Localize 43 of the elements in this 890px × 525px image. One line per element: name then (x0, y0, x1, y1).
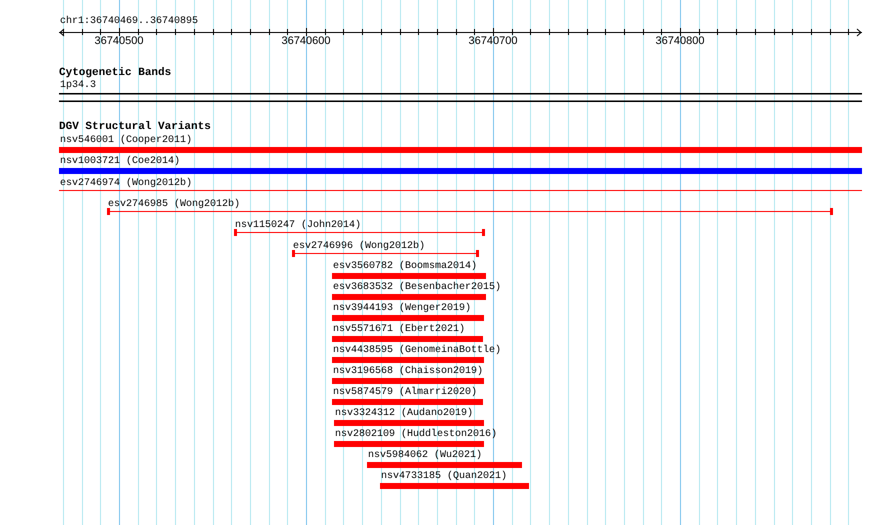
variant-bar[interactable] (332, 294, 486, 300)
variant-bar[interactable] (367, 462, 522, 468)
feature-label: nsv4733185 (Quan2021) (381, 471, 508, 482)
feature-label: nsv5571671 (Ebert2021) (333, 324, 466, 335)
variant-bar[interactable] (332, 357, 484, 363)
feature-label: esv2746985 (Wong2012b) (108, 199, 240, 210)
variant-bar[interactable] (334, 441, 484, 447)
variant-interval[interactable] (234, 229, 485, 236)
feature-label: esv2746974 (Wong2012b) (60, 178, 192, 189)
variant-bar[interactable] (332, 378, 484, 384)
variant-interval[interactable] (292, 250, 479, 257)
feature-label: esv3683532 (Besenbacher2015) (333, 282, 502, 293)
feature-label: esv3560782 (Boomsma2014) (333, 261, 478, 272)
variant-interval[interactable] (107, 208, 833, 215)
variant-line[interactable] (59, 190, 862, 191)
track-title: DGV Structural Variants (59, 122, 211, 133)
scale-label: 36740500 (94, 36, 144, 47)
feature-label: nsv5984062 (Wu2021) (368, 450, 482, 461)
feature-label: nsv1003721 (Coe2014) (60, 156, 180, 167)
feature-label: nsv3196568 (Chaisson2019) (333, 366, 484, 377)
variant-bar[interactable] (332, 315, 484, 321)
feature-label: nsv4438595 (GenomeinaBottle) (333, 345, 502, 356)
variant-bar[interactable] (59, 147, 862, 153)
feature-label: esv2746996 (Wong2012b) (293, 241, 426, 252)
variant-bar[interactable] (59, 168, 862, 174)
feature-label: nsv1150247 (John2014) (235, 220, 362, 231)
feature-label: nsv2802109 (Huddleston2016) (335, 429, 498, 440)
variant-bar[interactable] (334, 420, 484, 426)
feature-label: nsv5874579 (Almarri2020) (333, 387, 478, 398)
variant-bar[interactable] (332, 336, 483, 342)
scale-label: 36740700 (468, 36, 518, 47)
track-title: Cytogenetic Bands (59, 68, 172, 79)
variant-bar[interactable] (332, 273, 486, 279)
feature-label: nsv3324312 (Audano2019) (335, 408, 474, 419)
feature-label: nsv3944193 (Wenger2019) (333, 303, 472, 314)
cytoband-drawing[interactable] (59, 93, 862, 102)
scale-label: 36740600 (282, 36, 330, 47)
variant-bar[interactable] (332, 399, 483, 405)
feature-label: 1p34.3 (60, 80, 96, 91)
variant-bar[interactable] (380, 483, 529, 489)
scale-label: 36740800 (656, 36, 704, 47)
feature-label: nsv546001 (Cooper2011) (60, 135, 192, 146)
region-label: chr1:36740469..36740895 (60, 16, 198, 27)
